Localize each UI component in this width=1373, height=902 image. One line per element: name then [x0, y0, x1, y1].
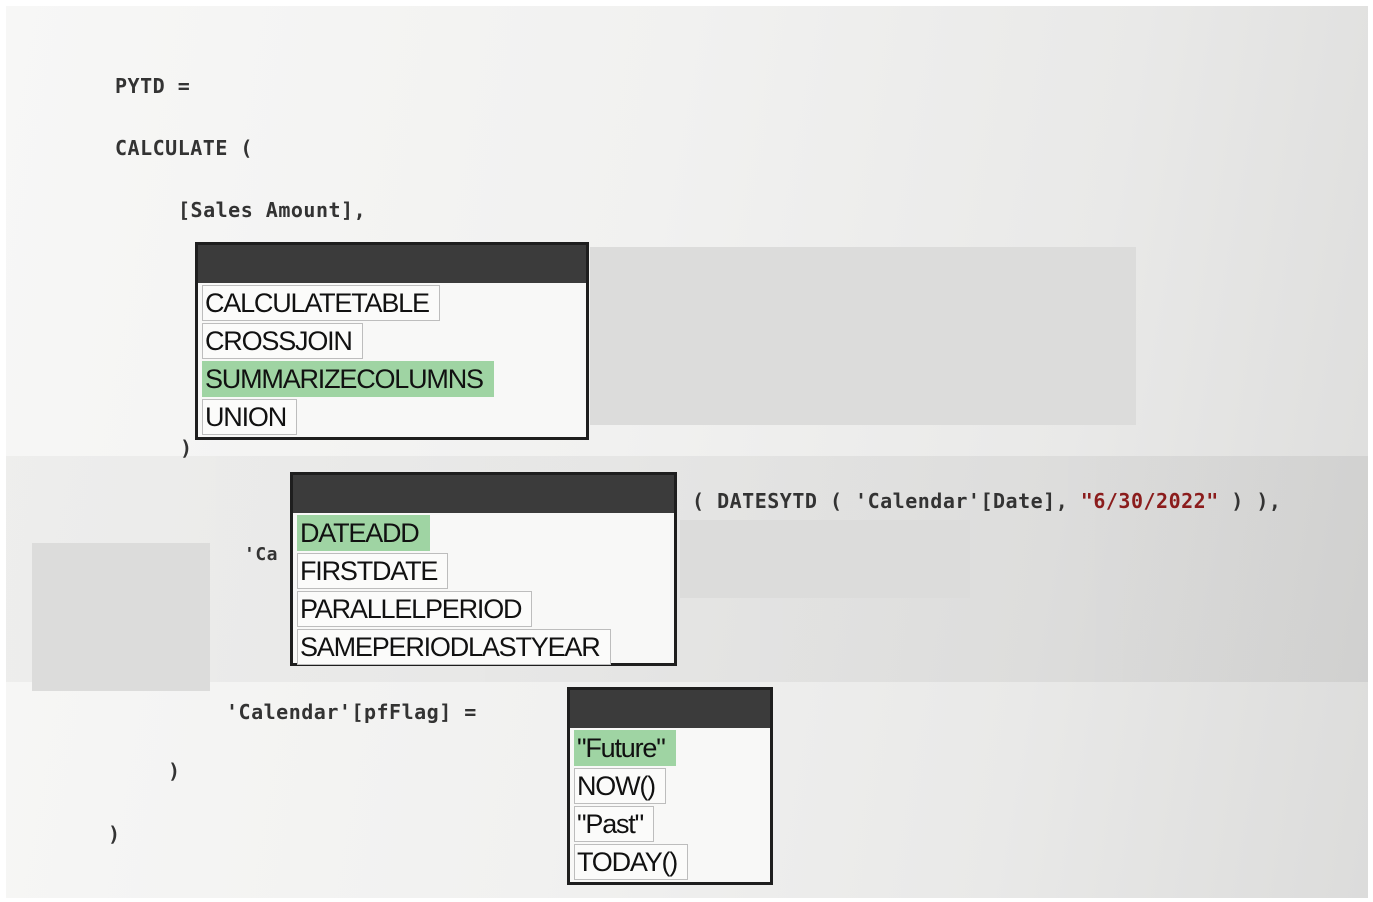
option-crossjoin[interactable]: CROSSJOIN — [202, 323, 363, 359]
option-firstdate[interactable]: FIRSTDATE — [297, 553, 449, 589]
option-calculatetable[interactable]: CALCULATETABLE — [202, 285, 440, 321]
option-past[interactable]: "Past" — [574, 806, 654, 842]
option-dateadd[interactable]: DATEADD — [297, 515, 430, 551]
option-now[interactable]: NOW() — [574, 768, 666, 804]
option-union[interactable]: UNION — [202, 399, 297, 435]
code-datesytd-b: ) ), — [1218, 489, 1282, 513]
code-measure-name: PYTD = — [115, 74, 191, 98]
option-parallelperiod[interactable]: PARALLELPERIOD — [297, 591, 533, 627]
answer-dropdown-3[interactable]: "Future" NOW() "Past" TODAY() — [567, 687, 773, 885]
blurred-region — [590, 247, 1136, 425]
dropdown-header[interactable] — [570, 690, 770, 728]
code-datesytd-a: ( DATESYTD ( 'Calendar'[Date], — [692, 489, 1081, 513]
blurred-region — [32, 543, 210, 691]
answer-dropdown-1[interactable]: CALCULATETABLE CROSSJOIN SUMMARIZECOLUMN… — [195, 242, 589, 440]
code-close-paren-1: ) — [180, 436, 193, 460]
blurred-region — [680, 520, 970, 598]
code-close-paren-2: ) — [168, 759, 181, 783]
code-sales-amount: [Sales Amount], — [178, 198, 367, 222]
option-sameperiodlastyear[interactable]: SAMEPERIODLASTYEAR — [297, 629, 611, 665]
code-close-paren-3: ) — [108, 822, 121, 846]
option-future[interactable]: "Future" — [574, 730, 676, 766]
code-date-string: "6/30/2022" — [1080, 489, 1219, 513]
option-summarizecolumns[interactable]: SUMMARIZECOLUMNS — [202, 361, 494, 397]
code-calculate: CALCULATE ( — [115, 136, 253, 160]
code-calendar-partial: 'Ca — [244, 544, 279, 565]
code-datesytd-line: ( DATESYTD ( 'Calendar'[Date], "6/30/202… — [692, 489, 1281, 513]
code-pfflag-line: 'Calendar'[pfFlag] = — [226, 700, 477, 724]
dropdown-header[interactable] — [293, 475, 674, 513]
dropdown-header[interactable] — [198, 245, 586, 283]
option-today[interactable]: TODAY() — [574, 844, 689, 880]
answer-dropdown-2[interactable]: DATEADD FIRSTDATE PARALLELPERIOD SAMEPER… — [290, 472, 677, 666]
